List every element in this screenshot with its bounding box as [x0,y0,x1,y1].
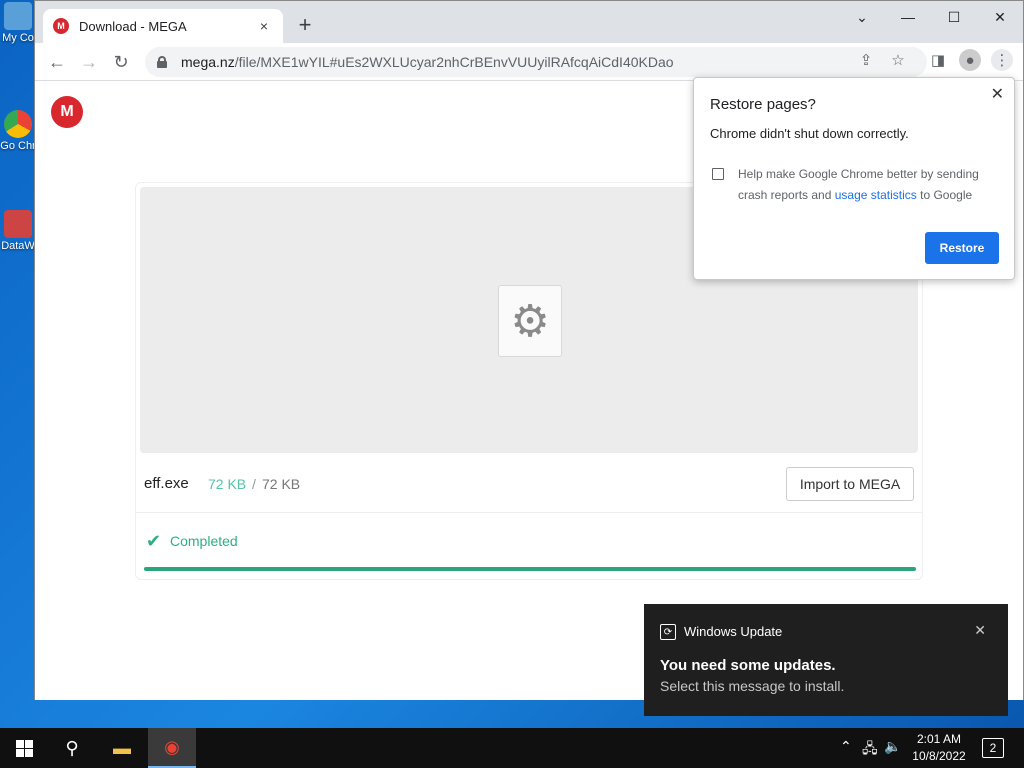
browser-toolbar: ← → ↻ mega.nz/file/MXE1wYIL#uEs2WXLUcyar… [35,43,1023,81]
maximize-button[interactable]: ☐ [931,5,977,29]
desktop-icon-datawall[interactable]: DataW [0,210,36,252]
import-to-mega-button[interactable]: Import to MEGA [786,467,914,501]
app-icon [4,210,32,238]
download-status: Completed [170,533,238,549]
address-bar[interactable]: mega.nz/file/MXE1wYIL#uEs2WXLUcyar2nhCrB… [145,47,927,77]
total-size: 72 KB [262,476,301,492]
tab-strip: M Download - MEGA × + ⌄ — ☐ ✕ [35,1,1023,43]
windows-update-toast[interactable]: ⟳ Windows Update ✕ You need some updates… [644,604,1008,716]
progress-bar [144,567,916,571]
file-info-row: eff.exe 72 KB / 72 KB Import to MEGA [136,457,922,513]
size-separator: / [252,476,256,492]
computer-icon [4,2,32,30]
forward-button[interactable]: → [75,48,103,76]
desktop-icon-label: Go Chr [0,140,36,152]
chevron-up-icon[interactable]: ⌃ [840,738,852,755]
lock-icon[interactable] [157,56,167,68]
taskbar: ⚲ ▬ ◉ ⌃ 🖧 🔈 2:01 AM 10/8/2022 2 [0,728,1024,768]
menu-icon[interactable]: ⋮ [991,49,1013,71]
chrome-icon [4,110,32,138]
minimize-button[interactable]: — [885,5,931,29]
check-icon: ✔ [146,531,162,551]
share-icon[interactable]: ⇪ [855,49,877,71]
restore-pages-popup: ✕ Restore pages? Chrome didn't shut down… [693,77,1015,280]
gear-icon: ⚙ [498,285,562,357]
side-panel-icon[interactable]: ◨ [927,49,949,71]
bookmark-star-icon[interactable]: ☆ [887,49,909,71]
downloaded-size: 72 KB [208,476,247,492]
desktop-icon-label: My Co [2,32,34,44]
progress-fill [144,567,916,571]
file-explorer-icon[interactable]: ▬ [98,728,146,768]
volume-icon[interactable]: 🔈 [884,738,901,755]
usage-statistics-link[interactable]: usage statistics [835,188,917,202]
mega-logo[interactable]: M [51,96,83,128]
toast-app-name: Windows Update [684,624,783,639]
toast-body: Select this message to install. [660,678,845,694]
crash-reports-label: Help make Google Chrome better by sendin… [738,164,998,206]
chrome-taskbar-icon[interactable]: ◉ [148,728,196,768]
tab-search-button[interactable]: ⌄ [839,5,885,29]
desktop-icon-google-chrome[interactable]: Go Chr [0,110,36,152]
popup-message: Chrome didn't shut down correctly. [710,126,909,141]
start-button[interactable] [0,728,48,768]
popup-title: Restore pages? [710,96,816,113]
toast-title: You need some updates. [660,657,836,674]
clock-time: 2:01 AM [916,732,962,746]
close-icon[interactable]: ✕ [974,622,986,639]
restore-button[interactable]: Restore [925,232,999,264]
notification-center-icon[interactable]: 2 [982,738,1004,758]
desktop-icon-label: DataW [1,240,35,252]
tab-title: Download - MEGA [79,18,187,34]
tab-close-icon[interactable]: × [255,18,273,34]
crash-reports-checkbox[interactable] [712,168,724,180]
windows-icon [15,739,33,757]
profile-icon[interactable]: ● [959,49,981,71]
mega-favicon-icon: M [53,18,69,34]
clock[interactable]: 2:01 AM 10/8/2022 [906,731,972,765]
back-button[interactable]: ← [43,48,71,76]
url-path: /file/MXE1wYIL#uEs2WXLUcyar2nhCrBEnvVUUy… [234,54,674,70]
close-icon[interactable]: ✕ [991,84,1004,104]
reload-button[interactable]: ↻ [107,48,135,76]
url-host: mega.nz [181,54,235,70]
search-icon[interactable]: ⚲ [48,728,96,768]
network-icon[interactable]: 🖧 [862,738,878,762]
update-icon: ⟳ [660,624,676,640]
clock-date: 10/8/2022 [912,749,966,763]
new-tab-button[interactable]: + [293,12,317,37]
file-name: eff.exe [144,475,189,492]
desktop-icon-my-computer[interactable]: My Co [0,2,36,44]
tab-download-mega[interactable]: M Download - MEGA × [43,9,283,43]
help-text-suffix: to Google [920,188,973,202]
close-window-button[interactable]: ✕ [977,5,1023,29]
